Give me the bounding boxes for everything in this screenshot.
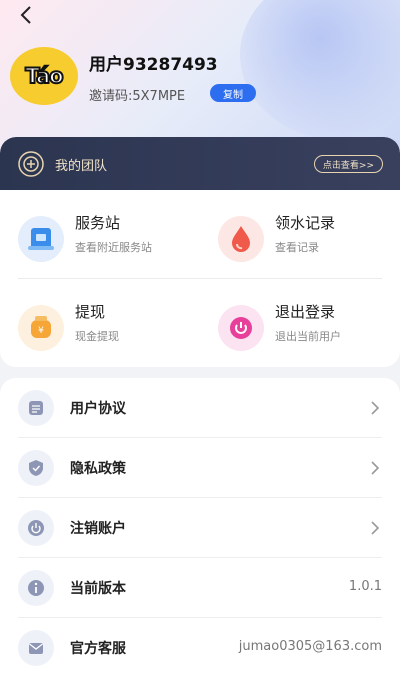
service-subtitle: 查看附近服务站 [75,241,152,254]
header-decoration [240,0,400,140]
service-title: 服务站 [75,214,121,232]
chevron-right-icon [371,461,380,475]
plus-badge-icon [18,151,44,177]
service-subtitle: 退出当前用户 [275,330,341,343]
version-row[interactable]: 当前版本 1.0.1 [0,558,400,618]
row-label: 用户协议 [70,401,126,417]
privacy-policy-row[interactable]: 隐私政策 [0,438,400,498]
row-label: 官方客服 [70,641,126,657]
user-agreement-row[interactable]: 用户协议 [0,378,400,438]
service-station-item[interactable]: 服务站 查看附近服务站 [0,212,190,272]
power-icon [18,510,54,546]
service-subtitle: 现金提现 [75,330,119,343]
customer-service-row[interactable]: 官方客服 jumao0305@163.com [0,618,400,677]
row-label: 当前版本 [70,581,126,597]
divider [18,278,382,279]
service-title: 领水记录 [275,214,336,232]
chevron-left-icon [20,6,31,24]
svg-text:¥: ¥ [38,326,44,336]
avatar[interactable]: Táo [10,47,78,105]
document-icon [18,390,54,426]
row-label: 注销账户 [70,521,126,537]
view-team-button[interactable]: 点击查看>> [313,155,383,173]
copy-button[interactable]: 复制 [210,84,256,102]
withdraw-item[interactable]: ¥ 提现 现金提现 [0,301,190,361]
water-drop-icon [218,216,264,262]
back-button[interactable] [14,4,38,26]
my-team-bar[interactable]: 我的团队 点击查看>> [0,137,400,190]
water-record-item[interactable]: 领水记录 查看记录 [200,212,390,272]
team-title: 我的团队 [55,159,108,174]
invite-code: 邀请码:5X7MPE [89,89,186,104]
delete-account-row[interactable]: 注销账户 [0,498,400,558]
chevron-right-icon [371,521,380,535]
avatar-text: Táo [24,63,64,89]
shield-icon [18,450,54,486]
chevron-right-icon [371,401,380,415]
row-label: 隐私政策 [70,461,126,477]
logout-item[interactable]: 退出登录 退出当前用户 [200,301,390,361]
info-icon [18,570,54,606]
username: 用户93287493 [89,55,218,75]
service-subtitle: 查看记录 [275,241,319,254]
power-icon [218,305,264,351]
version-value: 1.0.1 [348,579,382,594]
mail-icon [18,630,54,666]
settings-list: 用户协议 隐私政策 注销账户 当前版本 1.0.1 官方客服 jumao0305… [0,378,400,677]
money-bag-icon: ¥ [18,305,64,351]
service-title: 退出登录 [275,303,336,321]
station-icon [18,216,64,262]
team-card: 我的团队 点击查看>> 服务站 查看附近服务站 领水记录 查看记录 ¥ 提现 现… [0,137,400,367]
service-title: 提现 [75,303,106,321]
service-email: jumao0305@163.com [238,639,382,654]
